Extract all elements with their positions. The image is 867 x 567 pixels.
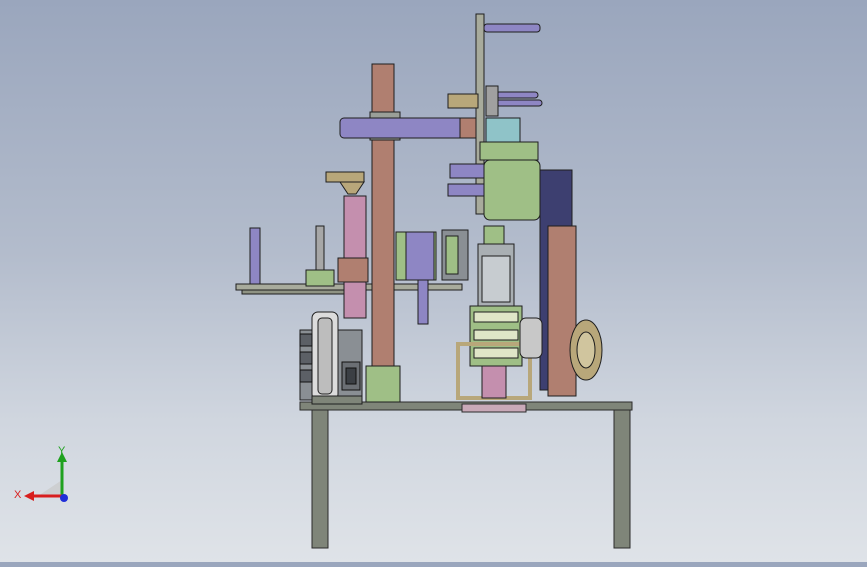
cad-viewport[interactable]: Y X: [0, 0, 867, 562]
x-axis-label: X: [14, 489, 22, 501]
left-motor-assembly: [299, 311, 363, 405]
y-axis-label: Y: [58, 445, 66, 457]
axis-triad[interactable]: Y X: [10, 440, 80, 510]
horizontal-shaft: [339, 117, 481, 139]
mid-motor-block: [395, 229, 469, 281]
pink-column: [325, 171, 369, 319]
triad-graphic: Y X: [14, 445, 68, 502]
main-column: [365, 63, 401, 403]
table-frame: [299, 401, 633, 549]
model-view[interactable]: [0, 0, 867, 562]
center-gearbox: [456, 225, 543, 400]
